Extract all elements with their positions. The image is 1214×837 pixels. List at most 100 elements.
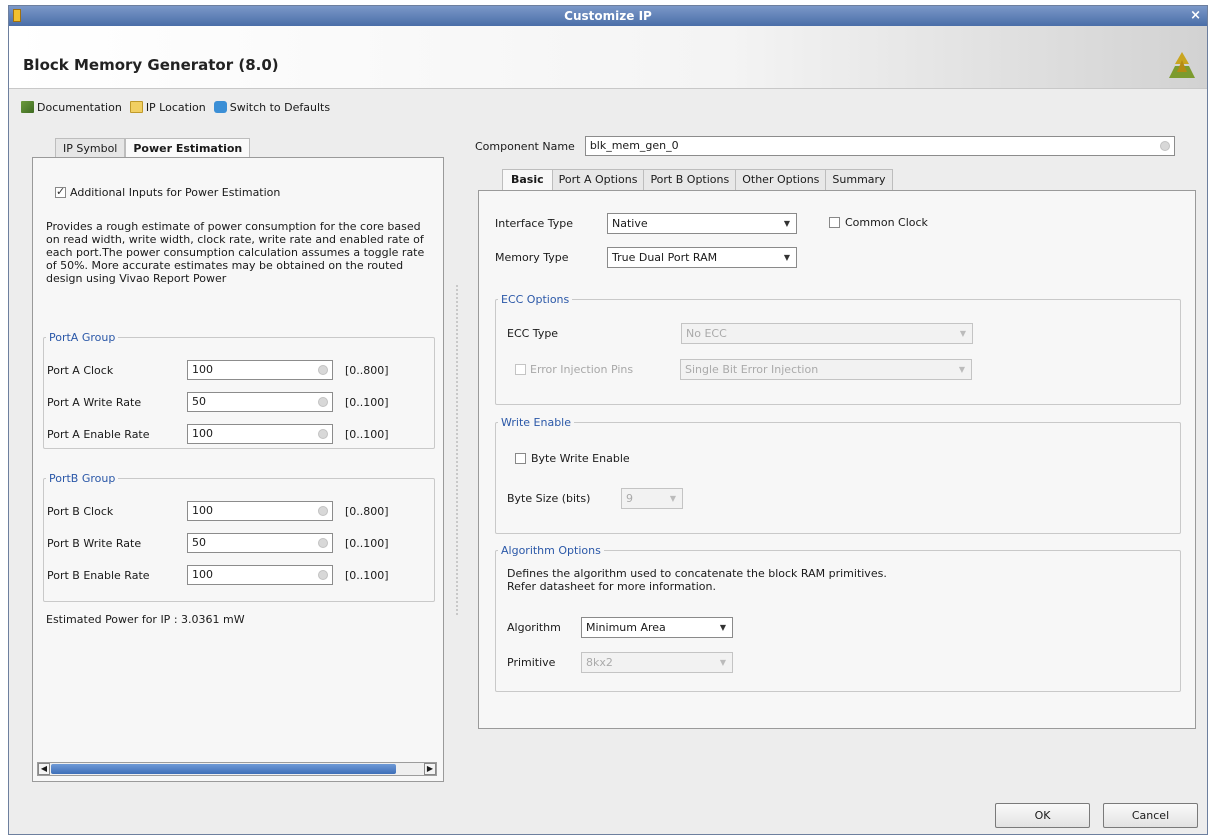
port-a-enable-rate-range: [0..100] (345, 427, 389, 441)
page-title: Block Memory Generator (8.0) (23, 56, 279, 74)
port-a-clock-input[interactable]: 100 (187, 360, 333, 380)
chevron-down-icon: ▼ (783, 219, 790, 228)
scroll-right-icon[interactable]: ▶ (424, 763, 436, 775)
common-clock-checkbox[interactable]: Common Clock (829, 216, 928, 229)
right-tab-bar: Basic Port A Options Port B Options Othe… (502, 169, 893, 190)
port-b-write-rate-value: 50 (192, 536, 206, 549)
component-name-row: Component Name blk_mem_gen_0 (475, 136, 1175, 156)
byte-size-select[interactable]: 9 ▼ (621, 488, 683, 509)
port-a-write-rate-input[interactable]: 50 (187, 392, 333, 412)
memory-type-label: Memory Type (495, 251, 569, 264)
documentation-label: Documentation (37, 100, 122, 114)
close-icon[interactable]: × (1190, 6, 1201, 26)
ecc-type-value: No ECC (686, 327, 727, 340)
additional-inputs-checkbox[interactable]: Additional Inputs for Power Estimation (55, 185, 281, 199)
port-a-write-rate-range: [0..100] (345, 395, 389, 409)
write-enable-legend: Write Enable (501, 416, 572, 429)
error-injection-value: Single Bit Error Injection (685, 363, 819, 376)
component-name-value: blk_mem_gen_0 (589, 139, 679, 152)
clear-icon[interactable] (318, 429, 328, 439)
port-b-write-rate-input[interactable]: 50 (187, 533, 333, 553)
tab-power-estimation[interactable]: Power Estimation (125, 138, 251, 157)
checkbox-unchecked-icon[interactable] (829, 217, 840, 228)
app-icon (13, 9, 21, 22)
port-b-clock-input[interactable]: 100 (187, 501, 333, 521)
ip-location-link[interactable]: IP Location (129, 100, 206, 114)
algorithm-desc-line2: Refer datasheet for more information. (507, 580, 716, 593)
port-a-enable-rate-input[interactable]: 100 (187, 424, 333, 444)
chevron-down-icon: ▼ (719, 658, 726, 667)
port-b-write-rate-row: Port B Write Rate 50 [0..100] (47, 532, 389, 554)
port-a-enable-rate-row: Port A Enable Rate 100 [0..100] (47, 423, 389, 445)
tab-ip-symbol[interactable]: IP Symbol (55, 138, 126, 157)
error-injection-select[interactable]: Single Bit Error Injection ▼ (680, 359, 972, 380)
ecc-type-label: ECC Type (507, 327, 559, 340)
port-a-enable-rate-value: 100 (192, 427, 213, 440)
title-bar: Customize IP × (9, 6, 1207, 26)
error-injection-label: Error Injection Pins (530, 363, 634, 376)
cancel-button[interactable]: Cancel (1103, 803, 1198, 828)
clear-icon[interactable] (318, 365, 328, 375)
port-a-clock-range: [0..800] (345, 363, 389, 377)
checkbox-unchecked-icon[interactable] (515, 453, 526, 464)
port-a-clock-label: Port A Clock (47, 363, 114, 377)
clear-icon[interactable] (1159, 141, 1170, 151)
interface-type-select[interactable]: Native ▼ (607, 213, 797, 234)
error-injection-row: Error Injection Pins Single Bit Error In… (515, 359, 972, 380)
toolbar: Documentation IP Location Switch to Defa… (21, 98, 334, 116)
byte-size-value: 9 (626, 492, 633, 505)
ok-button[interactable]: OK (995, 803, 1090, 828)
basic-options-panel: Interface Type Native ▼ Common Clock Memo… (478, 190, 1196, 729)
tab-other-options[interactable]: Other Options (735, 169, 827, 190)
tab-port-b-options[interactable]: Port B Options (643, 169, 737, 190)
ecc-options-legend: ECC Options (501, 293, 570, 306)
interface-type-value: Native (612, 217, 648, 230)
xilinx-logo-icon (1169, 52, 1195, 78)
port-b-clock-label: Port B Clock (47, 504, 114, 518)
scroll-left-icon[interactable]: ◀ (38, 763, 50, 775)
switch-to-defaults-link[interactable]: Switch to Defaults (213, 101, 330, 114)
documentation-link[interactable]: Documentation (21, 101, 122, 114)
clear-icon[interactable] (318, 538, 328, 548)
primitive-row: Primitive 8kx2 ▼ (507, 652, 733, 673)
horizontal-scrollbar[interactable]: ◀ ▶ (37, 762, 437, 776)
primitive-select[interactable]: 8kx2 ▼ (581, 652, 733, 673)
algorithm-description: Defines the algorithm used to concatenat… (507, 567, 887, 593)
algorithm-select[interactable]: Minimum Area ▼ (581, 617, 733, 638)
left-tab-bar: IP Symbol Power Estimation (55, 138, 251, 157)
port-b-write-rate-range: [0..100] (345, 536, 389, 550)
clear-icon[interactable] (318, 570, 328, 580)
port-a-write-rate-label: Port A Write Rate (47, 395, 142, 409)
byte-size-row: Byte Size (bits) 9 ▼ (507, 488, 683, 509)
port-b-enable-rate-input[interactable]: 100 (187, 565, 333, 585)
window-title: Customize IP (564, 9, 652, 23)
ecc-type-select[interactable]: No ECC ▼ (681, 323, 973, 344)
additional-inputs-label: Additional Inputs for Power Estimation (70, 186, 281, 199)
algorithm-label: Algorithm (507, 621, 561, 634)
power-estimation-panel: Additional Inputs for Power Estimation P… (32, 157, 444, 782)
scrollbar-thumb[interactable] (51, 764, 396, 774)
checkbox-checked-icon[interactable] (55, 185, 66, 198)
tab-summary[interactable]: Summary (825, 169, 893, 190)
port-b-enable-rate-value: 100 (192, 568, 213, 581)
component-name-input[interactable]: blk_mem_gen_0 (584, 136, 1175, 156)
error-injection-checkbox[interactable] (515, 364, 526, 375)
tab-port-a-options[interactable]: Port A Options (551, 169, 645, 190)
component-name-label: Component Name (475, 139, 575, 153)
splitter-handle[interactable] (456, 285, 458, 615)
ecc-options-group: ECC Options (495, 293, 1181, 405)
interface-type-label: Interface Type (495, 217, 574, 230)
port-b-clock-value: 100 (192, 504, 213, 517)
clear-icon[interactable] (318, 397, 328, 407)
byte-write-enable-checkbox[interactable]: Byte Write Enable (515, 452, 630, 465)
chevron-down-icon: ▼ (783, 253, 790, 262)
memory-type-select[interactable]: True Dual Port RAM ▼ (607, 247, 797, 268)
clear-icon[interactable] (318, 506, 328, 516)
ip-location-label: IP Location (145, 100, 206, 114)
algorithm-desc-line1: Defines the algorithm used to concatenat… (507, 567, 887, 580)
port-a-clock-row: Port A Clock 100 [0..800] (47, 359, 389, 381)
tab-basic[interactable]: Basic (502, 169, 553, 190)
port-b-enable-rate-range: [0..100] (345, 568, 389, 582)
primitive-value: 8kx2 (586, 656, 613, 669)
port-b-clock-row: Port B Clock 100 [0..800] (47, 500, 389, 522)
